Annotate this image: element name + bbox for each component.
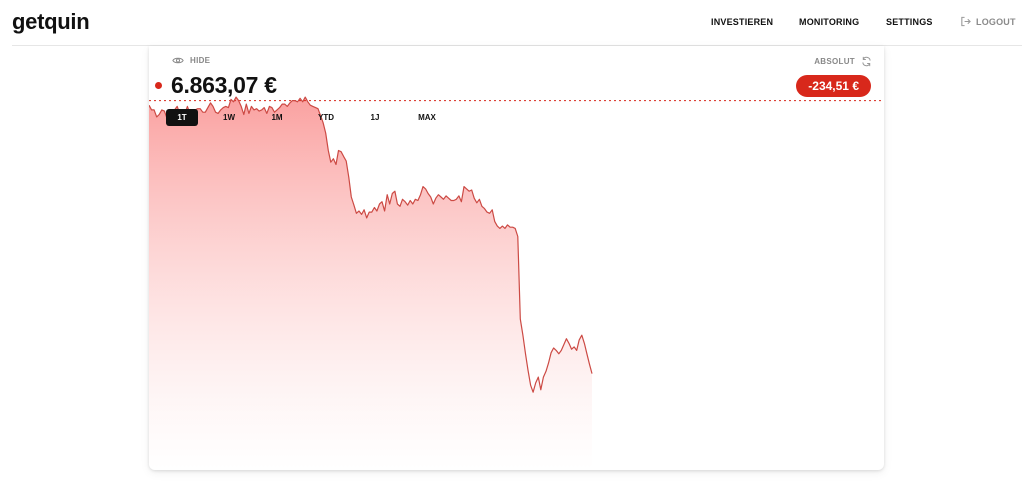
period-1w[interactable]: 1W xyxy=(218,109,240,126)
status-dot xyxy=(155,82,162,89)
nav-investieren[interactable]: INVESTIEREN xyxy=(711,17,773,27)
portfolio-value: 6.863,07 € xyxy=(171,72,277,98)
period-1j[interactable]: 1J xyxy=(366,109,384,126)
nav-monitoring[interactable]: MONITORING xyxy=(799,17,859,27)
absolute-mode-toggle[interactable]: ABSOLUT xyxy=(814,56,872,67)
logout-button[interactable]: LOGOUT xyxy=(960,16,1016,27)
portfolio-card: HIDE 6.863,07 € ABSOLUT -234,51 € 1T 1W … xyxy=(149,46,884,470)
refresh-icon xyxy=(862,56,871,67)
period-1t[interactable]: 1T xyxy=(166,109,198,126)
logout-icon xyxy=(961,16,971,27)
mode-label: ABSOLUT xyxy=(814,57,855,66)
portfolio-value-row: 6.863,07 € xyxy=(155,72,277,99)
top-navigation: getquin INVESTIEREN MONITORING SETTINGS … xyxy=(0,0,1024,46)
nav-settings[interactable]: SETTINGS xyxy=(886,17,933,27)
hide-value-toggle[interactable]: HIDE xyxy=(172,56,210,65)
eye-icon xyxy=(172,57,184,64)
hide-label: HIDE xyxy=(190,56,211,65)
period-1m[interactable]: 1M xyxy=(266,109,288,126)
change-badge: -234,51 € xyxy=(796,75,871,97)
period-selector: 1T 1W 1M YTD 1J MAX xyxy=(166,109,440,126)
getquin-logo[interactable]: getquin xyxy=(12,9,90,35)
logout-label: LOGOUT xyxy=(976,16,1016,27)
period-max[interactable]: MAX xyxy=(414,109,440,126)
period-ytd[interactable]: YTD xyxy=(314,109,338,126)
chart-area-fill xyxy=(149,97,592,470)
